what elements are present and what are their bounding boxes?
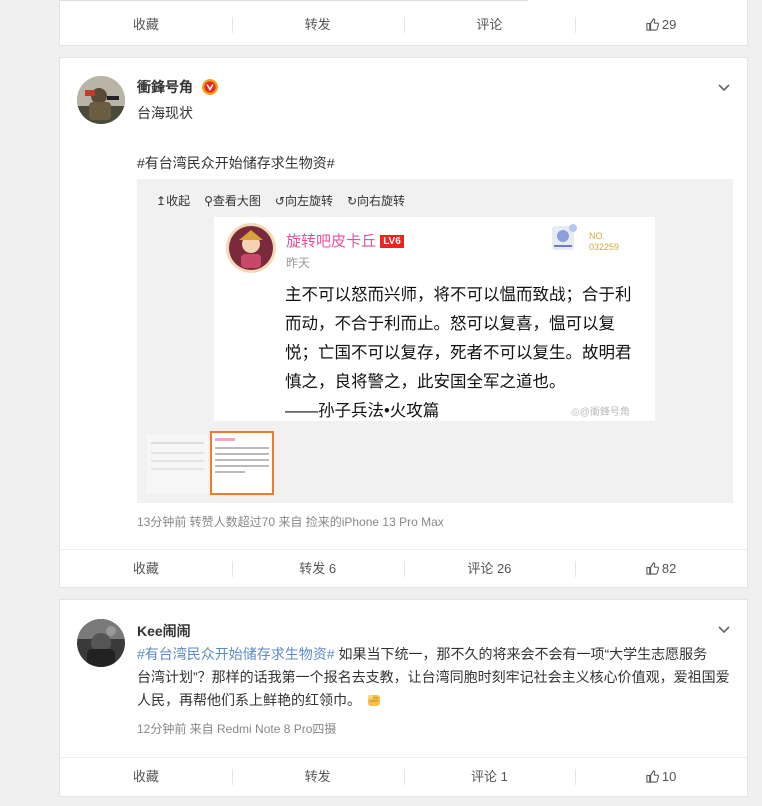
stamp-label: NO. xyxy=(589,231,606,241)
hashtag-link[interactable]: #有台湾民众开始储存求生物资# xyxy=(137,153,335,173)
top-action-bar: 收藏 转发 评论 29 xyxy=(60,6,747,44)
collapse-button[interactable]: ↥收起 xyxy=(156,192,190,209)
poster-name: 旋转吧皮卡丘 LV6 xyxy=(286,230,404,251)
search-icon: ⚲ xyxy=(204,194,213,208)
quote-line: 慎之，良将警之，此安国全军之道也。 xyxy=(285,373,566,391)
author-name[interactable]: Kee闹闹 xyxy=(137,621,191,641)
collect-button[interactable]: 收藏 xyxy=(60,6,232,44)
avatar-image xyxy=(77,619,125,667)
view-large-button[interactable]: ⚲查看大图 xyxy=(204,192,261,209)
rotate-right-icon: ↻ xyxy=(346,194,358,208)
rotate-left-button[interactable]: ↺向左旋转 xyxy=(275,192,333,209)
post-text: #有台湾民众开始储存求生物资# 如果当下统一，那不久的将来会不会有一项“大学生志… xyxy=(137,643,737,712)
view-large-label: 查看大图 xyxy=(212,194,261,208)
vip-badge-icon xyxy=(201,79,218,95)
like-count: 82 xyxy=(661,561,677,576)
post-text: 台海现状 xyxy=(137,105,193,121)
comment-button[interactable]: 评论 26 xyxy=(403,550,576,588)
avatar[interactable] xyxy=(77,619,125,667)
avatar-image xyxy=(77,76,125,124)
collect-button[interactable]: 收藏 xyxy=(60,550,232,588)
poster-avatar-icon xyxy=(226,223,276,273)
repost-button[interactable]: 转发 6 xyxy=(231,550,404,588)
thumbs-up-icon xyxy=(646,770,659,783)
thumbnail-1[interactable] xyxy=(147,434,208,494)
quote-line: 而动，不合于利而止。怒可以复喜，愠可以复 xyxy=(285,315,615,333)
rotate-left-label: 向左旋转 xyxy=(284,194,333,208)
like-button[interactable]: 82 xyxy=(575,550,747,588)
chevron-down-icon[interactable] xyxy=(717,80,731,94)
quote-block: 主不可以怒而兴师，将不可以愠而致战；合于利 而动，不合于利而止。怒可以复喜，愠可… xyxy=(285,281,632,421)
thumbs-up-icon xyxy=(646,18,659,31)
collectible-stamp: NO. 032259 xyxy=(589,231,619,253)
comment-button[interactable]: 评论 1 xyxy=(403,758,576,796)
post-meta: 12分钟前 来自 Redmi Note 8 Pro四摄 xyxy=(137,722,337,736)
divider xyxy=(60,0,528,1)
collect-button[interactable]: 收藏 xyxy=(60,758,232,796)
thumbs-up-icon xyxy=(646,562,659,575)
top-post-card: 收藏 转发 评论 29 xyxy=(59,0,748,46)
hashtag-link[interactable]: #有台湾民众开始储存求生物资# xyxy=(137,646,335,662)
repost-button[interactable]: 转发 xyxy=(231,6,404,44)
repost-button[interactable]: 转发 xyxy=(231,758,404,796)
quote-line: 主不可以怒而兴师，将不可以愠而致战；合于利 xyxy=(285,286,632,304)
chevron-down-icon[interactable] xyxy=(717,622,731,636)
text-line: 如果当下统一，那不久的将来会不会有一项“大学生志愿服务 xyxy=(334,646,708,662)
thumbnail-2[interactable] xyxy=(210,431,274,495)
like-button[interactable]: 29 xyxy=(575,6,747,44)
poster-time: 昨天 xyxy=(286,256,311,270)
like-button[interactable]: 10 xyxy=(575,758,747,796)
like-count: 29 xyxy=(661,17,677,32)
author-name-text[interactable]: 衝鋒号角 xyxy=(137,79,193,95)
image-viewer: ↥收起 ⚲查看大图 ↺向左旋转 ↻向右旋转 旋转吧皮卡丘 LV6 昨天 NO. … xyxy=(137,179,733,503)
main-image[interactable]: 旋转吧皮卡丘 LV6 昨天 NO. 032259 主不可以怒而兴师，将不可以愠而… xyxy=(214,217,655,421)
fist-emoji-icon xyxy=(368,695,380,706)
text-line: 人民，再帮他们系上鲜艳的红领巾。 xyxy=(137,692,361,708)
stamp-number: 032259 xyxy=(589,242,620,252)
poster-name-text: 旋转吧皮卡丘 xyxy=(286,233,377,250)
rotate-right-label: 向右旋转 xyxy=(357,194,406,208)
watermark-text: @衝鋒号角 xyxy=(579,407,630,418)
collapse-icon: ↥ xyxy=(156,194,167,208)
comment-button[interactable]: 评论 xyxy=(403,6,576,44)
level-badge: LV6 xyxy=(380,235,404,248)
collectible-card-icon xyxy=(552,224,577,250)
action-bar: 收藏 转发 评论 1 10 xyxy=(60,757,747,796)
post-meta: 13分钟前 转赞人数超过70 来自 捡来的iPhone 13 Pro Max xyxy=(137,515,444,529)
author-name[interactable]: 衝鋒号角 xyxy=(137,77,219,97)
watermark: ◎@衝鋒号角 xyxy=(571,403,630,418)
viewer-toolbar: ↥收起 ⚲查看大图 ↺向左旋转 ↻向右旋转 xyxy=(156,192,405,209)
post-card-2: Kee闹闹 #有台湾民众开始储存求生物资# 如果当下统一，那不久的将来会不会有一… xyxy=(59,599,748,797)
avatar[interactable] xyxy=(77,76,125,124)
like-count: 10 xyxy=(661,769,677,784)
quote-line: 悦；亡国不可以复存，死者不可以复生。故明君 xyxy=(285,344,632,362)
post-card-1: 衝鋒号角 台海现状 #有台湾民众开始储存求生物资# ↥收起 ⚲查看大图 ↺向左旋… xyxy=(59,57,748,588)
rotate-left-icon: ↺ xyxy=(274,194,285,208)
collapse-label: 收起 xyxy=(166,194,191,208)
text-line: 台湾计划”？那样的话我第一个报名去支教，让台湾同胞时刻牢记社会主义核心价值观，爱… xyxy=(137,669,730,685)
action-bar: 收藏 转发 6 评论 26 82 xyxy=(60,549,747,588)
rotate-right-button[interactable]: ↻向右旋转 xyxy=(347,192,405,209)
weibo-eye-icon: ◎ xyxy=(571,407,580,418)
